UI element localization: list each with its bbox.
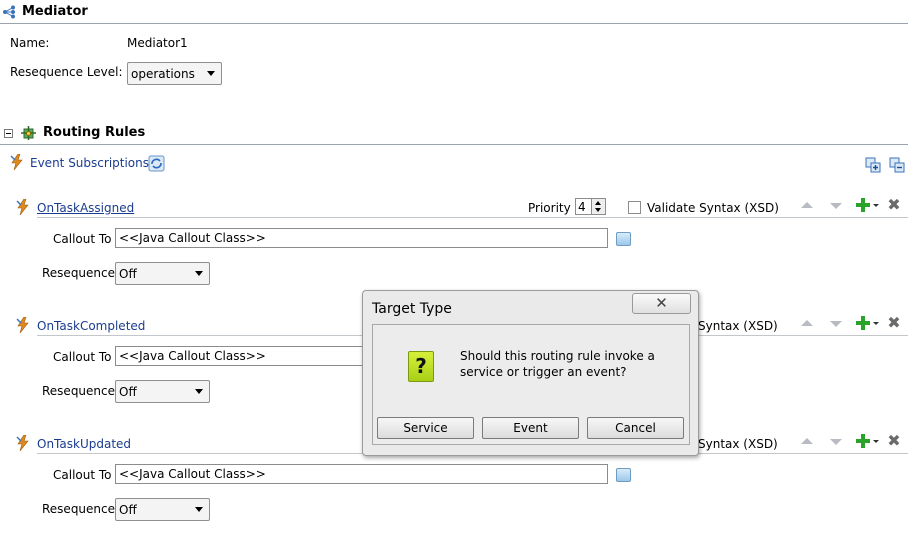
priority-value: 4: [578, 200, 586, 214]
page-title: Mediator: [22, 4, 88, 19]
cancel-button[interactable]: Cancel: [587, 417, 684, 439]
callout-label: Callout To: [53, 232, 112, 246]
expand-all-icon[interactable]: [865, 157, 881, 173]
routing-rules-icon: [21, 126, 36, 140]
collapse-all-icon[interactable]: [889, 157, 905, 173]
collapse-icon[interactable]: [4, 129, 13, 138]
target-type-dialog: Target Type ✕ ? Should this routing rule…: [362, 290, 699, 456]
chevron-down-icon: [195, 271, 203, 276]
resequence-value: Off: [119, 503, 137, 517]
service-button[interactable]: Service: [377, 417, 474, 439]
resequence-level-value: operations: [131, 67, 195, 81]
header-divider: [0, 23, 908, 24]
chevron-down-icon: [207, 71, 215, 76]
browse-icon[interactable]: [616, 232, 631, 246]
add-icon[interactable]: [856, 198, 870, 212]
validate-syntax-label-partial: Syntax (XSD): [698, 319, 778, 333]
dialog-title: Target Type: [372, 301, 452, 317]
rule-name-link[interactable]: OnTaskAssigned: [37, 201, 134, 215]
callout-label: Callout To: [53, 468, 112, 482]
move-up-icon[interactable]: [801, 320, 813, 326]
rule-event-icon: [16, 199, 29, 215]
move-down-icon[interactable]: [830, 203, 842, 209]
rule-divider: [37, 217, 908, 218]
move-down-icon[interactable]: [830, 439, 842, 445]
rule-event-icon: [16, 435, 29, 451]
move-up-icon[interactable]: [801, 438, 813, 444]
rule-name-link[interactable]: OnTaskUpdated: [37, 437, 131, 451]
dialog-message-line1: Should this routing rule invoke a: [460, 349, 655, 363]
event-icon: [10, 154, 23, 170]
resequence-select[interactable]: Off: [115, 380, 210, 403]
priority-label: Priority: [528, 201, 571, 215]
add-dropdown-icon[interactable]: [873, 322, 879, 325]
resequence-select[interactable]: Off: [115, 498, 210, 521]
question-icon: ?: [408, 351, 434, 382]
browse-icon[interactable]: [616, 468, 631, 482]
delete-icon[interactable]: ✖: [887, 197, 901, 213]
validate-syntax-label: Validate Syntax (XSD): [647, 201, 779, 215]
delete-icon[interactable]: ✖: [887, 433, 901, 449]
chevron-down-icon: [195, 389, 203, 394]
spinner-buttons[interactable]: [591, 199, 605, 214]
mediator-icon: [3, 5, 15, 19]
close-button[interactable]: ✕: [632, 293, 691, 314]
delete-icon[interactable]: ✖: [887, 315, 901, 331]
resequence-value: Off: [119, 267, 137, 281]
close-icon: ✕: [655, 294, 668, 312]
add-dropdown-icon[interactable]: [873, 440, 879, 443]
priority-spinner[interactable]: 4: [575, 198, 606, 215]
dialog-message-line2: service or trigger an event?: [460, 365, 627, 379]
add-icon[interactable]: [856, 316, 870, 330]
resequence-label: Resequence: [42, 266, 116, 280]
add-dropdown-icon[interactable]: [873, 204, 879, 207]
add-icon[interactable]: [856, 434, 870, 448]
move-down-icon[interactable]: [830, 321, 842, 327]
validate-syntax-label-partial: Syntax (XSD): [698, 437, 778, 451]
move-up-icon[interactable]: [801, 202, 813, 208]
resequence-select[interactable]: Off: [115, 262, 210, 285]
event-subscriptions-link[interactable]: Event Subscriptions: [30, 156, 149, 170]
name-label: Name:: [10, 36, 50, 50]
resequence-level-select[interactable]: operations: [127, 62, 222, 85]
rule-name-link[interactable]: OnTaskCompleted: [37, 319, 145, 333]
event-button[interactable]: Event: [482, 417, 579, 439]
refresh-icon[interactable]: [148, 155, 165, 172]
callout-label: Callout To: [53, 350, 112, 364]
resequence-level-label: Resequence Level:: [10, 65, 123, 79]
resequence-label: Resequence: [42, 384, 116, 398]
validate-syntax-checkbox[interactable]: [628, 201, 641, 214]
callout-field[interactable]: <<Java Callout Class>>: [115, 228, 608, 248]
callout-field[interactable]: <<Java Callout Class>>: [115, 464, 608, 484]
name-value: Mediator1: [127, 36, 188, 50]
dialog-message: Should this routing rule invoke a servic…: [460, 348, 655, 380]
routing-rules-divider: [0, 144, 908, 145]
rule-event-icon: [16, 317, 29, 333]
routing-rules-title: Routing Rules: [43, 125, 146, 140]
resequence-label: Resequence: [42, 502, 116, 516]
chevron-down-icon: [195, 507, 203, 512]
resequence-value: Off: [119, 385, 137, 399]
